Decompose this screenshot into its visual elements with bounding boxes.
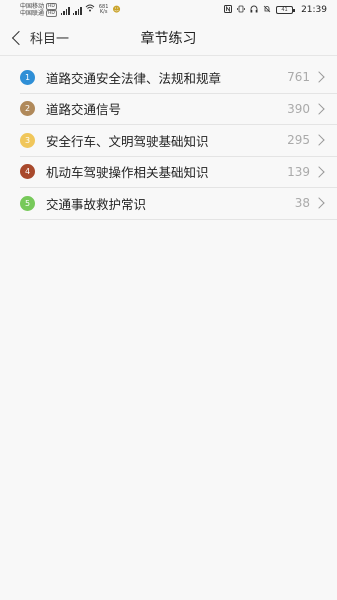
nav-bar: 科目一 章节练习: [0, 20, 337, 56]
chapter-list: 1 道路交通安全法律、法规和规章 761 2 道路交通信号 390 3 安全行车…: [0, 62, 337, 220]
battery-icon: 41: [276, 6, 295, 14]
back-button[interactable]: 科目一: [0, 20, 69, 55]
status-bar: 中国移动 HD 中国联通 HD 681 K/s ☻ 41 21:39: [0, 0, 337, 20]
signal-icon: [72, 7, 82, 15]
question-count: 390: [287, 101, 310, 116]
carrier-1-name: 中国移动: [20, 3, 45, 10]
chapter-title: 道路交通信号: [46, 102, 122, 118]
question-count: 761: [287, 70, 310, 85]
chapter-title: 安全行车、文明驾驶基础知识: [46, 133, 209, 149]
network-speed: 681 K/s: [99, 5, 109, 15]
chevron-right-icon: [313, 134, 325, 146]
chevron-right-icon: [313, 166, 325, 178]
nfc-icon: [224, 4, 233, 16]
notification-app-icon: ☻: [112, 5, 121, 14]
chevron-right-icon: [313, 197, 325, 209]
chevron-left-icon: [11, 30, 27, 45]
network-speed-unit: K/s: [99, 9, 108, 15]
vibrate-icon: [237, 5, 245, 16]
chapter-title: 交通事故救护常识: [46, 196, 147, 212]
signal-icon: [60, 7, 70, 15]
question-count: 38: [294, 196, 310, 211]
headphones-icon: [250, 5, 258, 16]
chapter-item-5[interactable]: 5 交通事故救护常识 38: [20, 188, 337, 220]
clock: 21:39: [301, 5, 327, 15]
chapter-number-badge: 3: [20, 132, 35, 148]
battery-level: 41: [281, 7, 288, 13]
chapter-number-badge: 5: [20, 195, 35, 211]
chapter-title: 机动车驾驶操作相关基础知识: [46, 165, 209, 181]
chapter-item-2[interactable]: 2 道路交通信号 390: [20, 94, 337, 125]
chevron-right-icon: [313, 103, 325, 115]
chapter-number-badge: 2: [20, 101, 35, 117]
chapter-title: 道路交通安全法律、法规和规章: [46, 70, 222, 86]
wifi-icon: [85, 4, 95, 15]
chapter-item-1[interactable]: 1 道路交通安全法律、法规和规章 761: [20, 62, 337, 94]
signal-icons: [60, 4, 95, 15]
chapter-number-badge: 1: [20, 69, 35, 85]
carrier-2-name: 中国联通: [20, 10, 45, 17]
back-label: 科目一: [30, 32, 70, 47]
chapter-item-3[interactable]: 3 安全行车、文明驾驶基础知识 295: [20, 125, 337, 157]
chevron-right-icon: [313, 71, 325, 83]
carrier-info: 中国移动 HD 中国联通 HD: [20, 3, 57, 17]
question-count: 295: [287, 133, 310, 148]
hd-badge: HD: [46, 10, 57, 17]
chapter-number-badge: 4: [20, 164, 35, 180]
hd-badge: HD: [46, 3, 57, 10]
question-count: 139: [287, 164, 310, 179]
chapter-item-4[interactable]: 4 机动车驾驶操作相关基础知识 139: [20, 157, 337, 188]
mute-bell-icon: [263, 5, 271, 16]
